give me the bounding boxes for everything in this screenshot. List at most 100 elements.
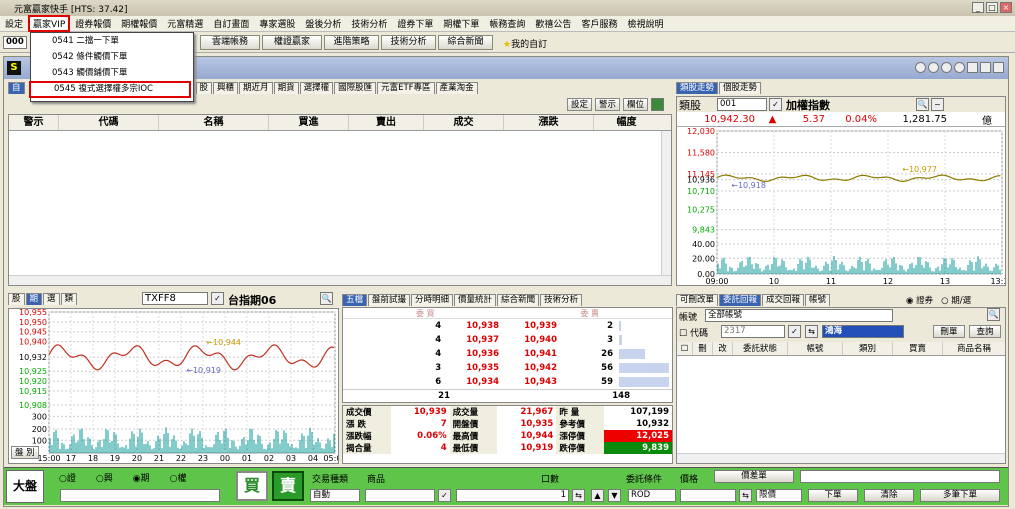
product-select[interactable]	[60, 489, 220, 502]
book-ask-qty[interactable]: 26	[560, 347, 616, 361]
book-bid-price[interactable]: 10,935	[444, 361, 502, 375]
tab-sector-trend[interactable]: 類股走勢	[676, 82, 719, 94]
menu-item-0545[interactable]: 0545 複式選擇權多宗IOC	[29, 81, 191, 98]
tab-intl[interactable]: 國際股匯	[334, 82, 377, 94]
cancel-order-button[interactable]: 刪單	[933, 325, 965, 338]
tab-stock-trend[interactable]: 個股走勢	[719, 82, 762, 94]
cloud-account-button[interactable]: 雲端帳務	[200, 35, 260, 50]
radio-futopt[interactable]: ○ 期/選	[941, 294, 971, 306]
place-order-button[interactable]: 下單	[808, 489, 858, 502]
vertical-scrollbar[interactable]	[661, 131, 671, 275]
tab-self[interactable]: 自	[8, 82, 25, 94]
tab-futures-small[interactable]: 期	[25, 293, 43, 305]
favorite-link[interactable]: ★我的自訂	[503, 37, 547, 50]
spread-order-button[interactable]: 價差單	[714, 470, 794, 483]
book-ask-qty[interactable]: 3	[560, 333, 616, 347]
futures-code-select[interactable]: TXFF8	[142, 292, 208, 305]
trade-type-select[interactable]: 自動	[310, 489, 360, 502]
index-code-select[interactable]: 001	[717, 98, 767, 111]
qty-up-icon[interactable]: ▲	[591, 489, 604, 502]
radio-futures[interactable]: ◉期	[133, 471, 150, 484]
tab-pre-market[interactable]: 盤前試撮	[368, 294, 411, 306]
menu-stock-order[interactable]: 證券下單	[392, 17, 438, 30]
orders-checkbox-icon[interactable]: ✓	[788, 325, 801, 338]
book-ask-price[interactable]: 10,939	[502, 319, 560, 333]
menu-expert-pick[interactable]: 專家選股	[254, 17, 300, 30]
account-select[interactable]: 全部帳號	[705, 309, 893, 322]
book-bid-qty[interactable]: 3	[389, 361, 444, 375]
tab-account[interactable]: 帳號	[805, 294, 831, 306]
tab-near-month[interactable]: 期近月	[239, 82, 273, 94]
checkbox-icon[interactable]: ✓	[769, 98, 782, 111]
book-ask-qty[interactable]: 59	[560, 375, 616, 389]
book-bid-price[interactable]: 10,937	[444, 333, 502, 347]
menu-help[interactable]: 檢視說明	[622, 17, 668, 30]
help-icon[interactable]	[954, 62, 965, 73]
price-type-select[interactable]: 限價	[756, 489, 802, 502]
qty-link-icon[interactable]: ⇆	[572, 489, 585, 502]
tab-emerging[interactable]: 興櫃	[213, 82, 239, 94]
menu-stock-quote[interactable]: 證券報價	[70, 17, 116, 30]
menu-notice[interactable]: 歡禧公告	[530, 17, 576, 30]
tab-fill-report[interactable]: 成交回報	[762, 294, 805, 306]
news-button[interactable]: 綜合新聞	[438, 35, 493, 50]
menu-item-0543[interactable]: 0543 觸價鋪價下單	[31, 65, 193, 81]
menu-after-hours[interactable]: 盤後分析	[300, 17, 346, 30]
horizontal-scrollbar[interactable]	[9, 275, 671, 285]
menu-custom-screen[interactable]: 自訂畫面	[208, 17, 254, 30]
radio-stock[interactable]: ◉ 證券	[906, 294, 933, 306]
tab-tick-detail[interactable]: 分時明細	[411, 294, 454, 306]
alert-button[interactable]: 警示	[595, 98, 621, 111]
column-button[interactable]: 欄位	[623, 98, 649, 111]
tab-order-report[interactable]: 委託回報	[719, 294, 762, 306]
tab-stock[interactable]: 股	[195, 82, 213, 94]
product-checkbox-icon[interactable]: ✓	[438, 489, 451, 502]
book-bid-qty[interactable]: 4	[389, 319, 444, 333]
clear-button[interactable]: 清除	[864, 489, 914, 502]
minimize-button[interactable]: _	[972, 2, 984, 13]
futures-search-icon[interactable]: 🔍	[320, 292, 333, 305]
tab-futures[interactable]: 期貨	[273, 82, 299, 94]
condition-select[interactable]: ROD	[628, 489, 676, 502]
orders-search-icon[interactable]: 🔍	[987, 308, 1000, 321]
orders-scrollbar[interactable]	[677, 453, 1005, 463]
quantity-input[interactable]: 1	[456, 489, 569, 502]
query-button[interactable]: 查詢	[969, 325, 1001, 338]
code-checkbox[interactable]: ☐ 代碼	[679, 326, 708, 339]
export-icon[interactable]	[651, 98, 665, 111]
price-link-icon[interactable]: ⇆	[739, 489, 752, 502]
settings-icon[interactable]	[915, 62, 926, 73]
book-bid-price[interactable]: 10,934	[444, 375, 502, 389]
sell-button[interactable]: 賣	[272, 471, 304, 501]
menu-option-quote[interactable]: 期權報價	[116, 17, 162, 30]
menu-vip[interactable]: 贏家VIP	[28, 15, 71, 32]
code-input[interactable]: 000	[3, 36, 27, 49]
chart-icon[interactable]: ~	[931, 98, 944, 111]
radio-emerging[interactable]: ○興	[96, 471, 113, 484]
book-ask-qty[interactable]: 56	[560, 361, 616, 375]
menu-featured[interactable]: 元富精選	[162, 17, 208, 30]
tab-five-level[interactable]: 五檔	[342, 294, 368, 306]
futures-checkbox-icon[interactable]: ✓	[211, 292, 224, 305]
tab-modifiable[interactable]: 可刪改單	[676, 294, 719, 306]
tab-news[interactable]: 綜合新聞	[497, 294, 540, 306]
book-ask-price[interactable]: 10,942	[502, 361, 560, 375]
settings-button[interactable]: 設定	[567, 98, 593, 111]
restore-icon[interactable]	[980, 62, 991, 73]
tab-technical[interactable]: 技術分析	[540, 294, 583, 306]
book-ask-price[interactable]: 10,943	[502, 375, 560, 389]
menu-item-0542[interactable]: 0542 條件觸價下單	[31, 49, 193, 65]
minimize-icon[interactable]	[967, 62, 978, 73]
radio-securities[interactable]: ○證	[59, 471, 76, 484]
order-name-select[interactable]: 鴻海	[822, 325, 904, 338]
menu-option-order[interactable]: 期權下單	[438, 17, 484, 30]
book-bid-qty[interactable]: 4	[389, 347, 444, 361]
book-ask-price[interactable]: 10,941	[502, 347, 560, 361]
book-bid-price[interactable]: 10,938	[444, 319, 502, 333]
search-icon[interactable]: 🔍	[916, 98, 929, 111]
book-ask-price[interactable]: 10,940	[502, 333, 560, 347]
book-bid-qty[interactable]: 6	[389, 375, 444, 389]
product-input[interactable]	[365, 489, 435, 502]
book-ask-qty[interactable]: 2	[560, 319, 616, 333]
maximize-button[interactable]: □	[986, 2, 998, 13]
